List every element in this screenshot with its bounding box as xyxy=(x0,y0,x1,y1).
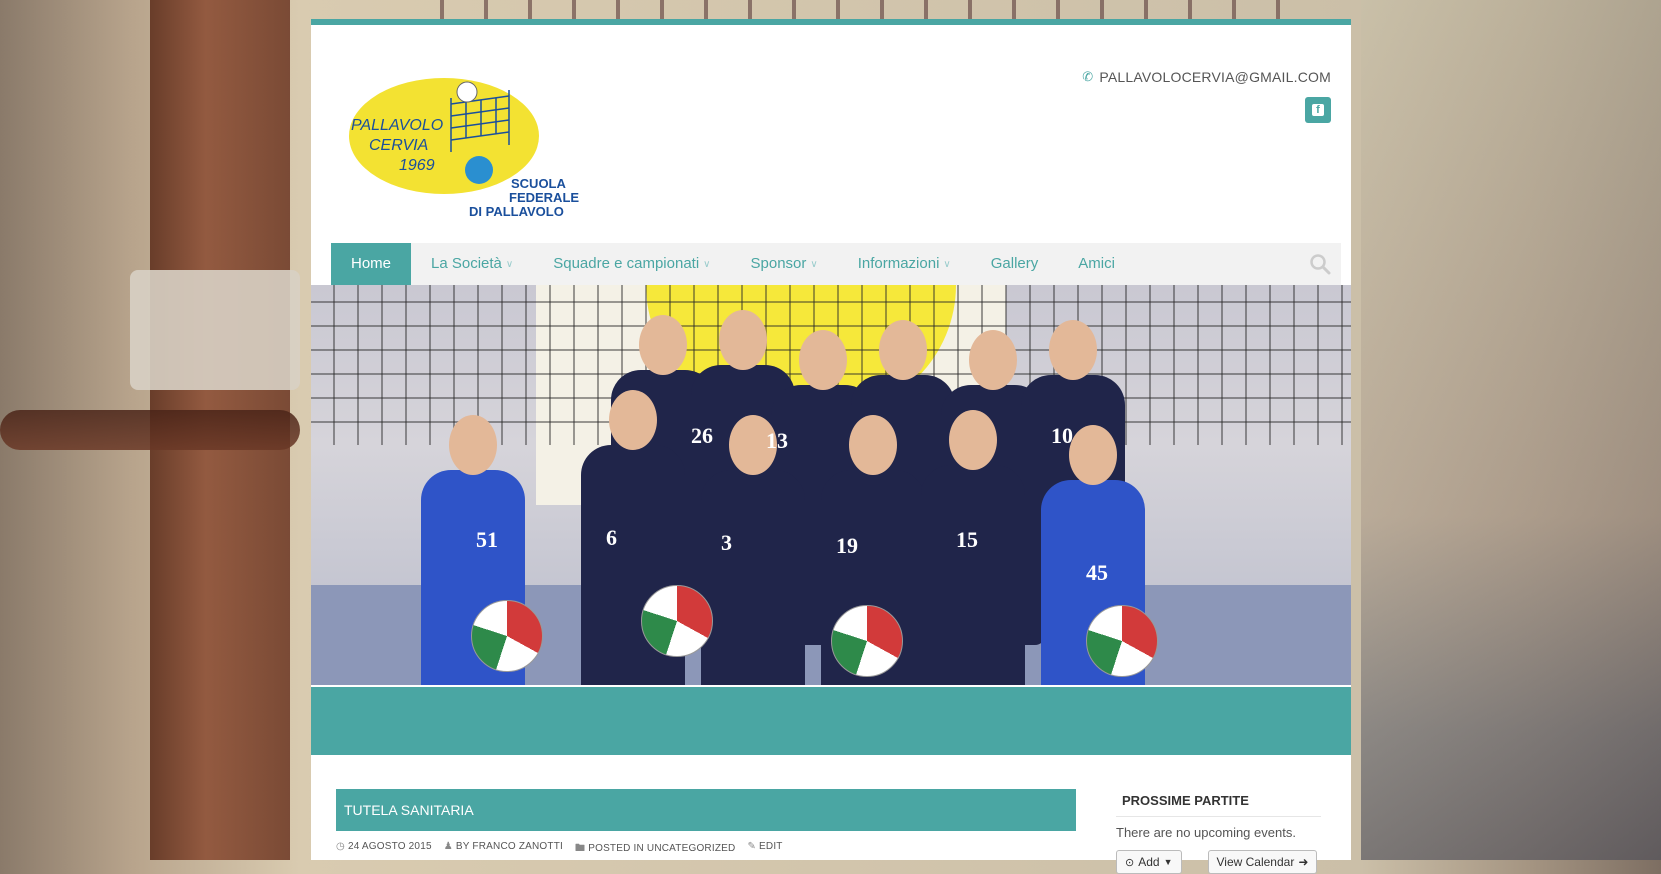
nav-item-label: Squadre e campionati xyxy=(553,255,700,272)
nav-item-label: Informazioni xyxy=(857,255,940,272)
post-category: 🖿 POSTED IN UNCATEGORIZED xyxy=(575,843,736,854)
jersey-number: 51 xyxy=(476,527,498,552)
page-container: PALLAVOLO CERVIA 1969 SCUOLA FEDERALE DI… xyxy=(311,19,1351,874)
logo-school-2: FEDERALE xyxy=(509,190,579,205)
nav-item-gallery[interactable]: Gallery xyxy=(971,243,1059,285)
folder-icon: 🖿 xyxy=(575,843,586,854)
rss-icon: ⊙ xyxy=(1125,856,1135,869)
search-icon[interactable] xyxy=(1309,253,1331,275)
jersey-number: 19 xyxy=(836,533,858,558)
volleyball xyxy=(471,600,543,672)
phone-icon: ✆ xyxy=(1082,69,1094,84)
background-pole-cap xyxy=(130,270,300,390)
player-head xyxy=(849,415,897,475)
nav-item-label: Sponsor xyxy=(750,255,807,272)
nav-item-home[interactable]: Home xyxy=(331,243,412,285)
nav-item-informazioni[interactable]: Informazioni ∨ xyxy=(838,243,971,285)
post-date[interactable]: ◷ 24 AGOSTO 2015 xyxy=(336,841,432,858)
facebook-icon: f xyxy=(1312,104,1324,116)
jersey-number: 13 xyxy=(766,428,788,453)
post-author[interactable]: ♟ BY FRANCO ZANOTTI xyxy=(444,841,563,858)
site-header: PALLAVOLO CERVIA 1969 SCUOLA FEDERALE DI… xyxy=(311,25,1351,243)
chevron-down-icon: ∨ xyxy=(810,259,818,270)
player-head xyxy=(949,410,997,470)
main-nav: Home La Società ∨ Squadre e campionati ∨ Spon… xyxy=(331,243,1341,285)
nav-item-label: Amici xyxy=(1078,255,1115,272)
player-head xyxy=(799,330,847,390)
teal-band xyxy=(311,687,1351,755)
jersey-number: 6 xyxy=(606,525,617,550)
hero-team-photo: 26 13 10 51 6 3 19 15 45 xyxy=(311,285,1351,685)
widget-title: PROSSIME PARTITE xyxy=(1116,789,1321,817)
jersey-number: 26 xyxy=(691,423,713,448)
volleyball xyxy=(831,605,903,677)
nav-item-amici[interactable]: Amici xyxy=(1058,243,1135,285)
player-head xyxy=(719,310,767,370)
sidebar: PROSSIME PARTITE There are no upcoming e… xyxy=(1116,789,1321,874)
chevron-down-icon: ∨ xyxy=(703,259,711,270)
background-bar xyxy=(0,410,300,450)
player-head xyxy=(449,415,497,475)
jersey-number: 45 xyxy=(1086,560,1108,585)
jersey-number: 10 xyxy=(1051,423,1073,448)
player-jersey xyxy=(701,470,805,685)
nav-item-squadre-e-campionati[interactable]: Squadre e campionati ∨ xyxy=(533,243,730,285)
no-events-text: There are no upcoming events. xyxy=(1116,825,1296,840)
jersey-number: 15 xyxy=(956,527,978,552)
arrow-right-icon: ➜ xyxy=(1298,855,1309,869)
view-calendar-button[interactable]: View Calendar ➜ xyxy=(1207,850,1318,874)
logo-text-2: CERVIA xyxy=(369,137,428,154)
background-right xyxy=(1361,0,1661,860)
player-head xyxy=(639,315,687,375)
chevron-down-icon: ∨ xyxy=(943,259,951,270)
logo-year: 1969 xyxy=(399,157,435,174)
calendar-buttons: ⊙ Add ▼ View Calendar ➜ xyxy=(1116,850,1321,874)
player-head xyxy=(1069,425,1117,485)
jersey-number: 3 xyxy=(721,530,732,555)
add-button[interactable]: ⊙ Add ▼ xyxy=(1116,850,1182,874)
contact-email[interactable]: ✆ PALLAVOLOCERVIA@GMAIL.COM xyxy=(1082,69,1331,85)
nav-item-label: Gallery xyxy=(990,255,1039,272)
main-content: TUTELA SANITARIA ◷ 24 AGOSTO 2015 ♟ BY FRA… xyxy=(336,789,1076,858)
volleyball xyxy=(1086,605,1158,677)
site-logo[interactable]: PALLAVOLO CERVIA 1969 SCUOLA FEDERALE DI… xyxy=(341,70,591,220)
player-head xyxy=(969,330,1017,390)
player-head xyxy=(879,320,927,380)
nav-item-sponsor[interactable]: Sponsor ∨ xyxy=(731,243,838,285)
pencil-icon: ✎ xyxy=(747,841,757,852)
user-icon: ♟ xyxy=(443,841,453,852)
player-head xyxy=(1049,320,1097,380)
volleyball xyxy=(641,585,713,657)
player-head xyxy=(609,390,657,450)
caret-down-icon: ▼ xyxy=(1163,857,1173,867)
nav-item-label: Home xyxy=(351,255,392,272)
logo-text-1: PALLAVOLO xyxy=(351,117,443,134)
post-title[interactable]: TUTELA SANITARIA xyxy=(336,789,1076,831)
category-link[interactable]: UNCATEGORIZED xyxy=(647,843,736,854)
chevron-down-icon: ∨ xyxy=(505,259,514,270)
post-meta: ◷ 24 AGOSTO 2015 ♟ BY FRANCO ZANOTTI 🖿 POST… xyxy=(336,841,1076,858)
nav-item-la-societ-[interactable]: La Società ∨ xyxy=(411,243,533,285)
email-text: PALLAVOLOCERVIA@GMAIL.COM xyxy=(1099,69,1331,85)
facebook-button[interactable]: f xyxy=(1305,97,1331,123)
post-edit-link[interactable]: ✎ EDIT xyxy=(747,841,782,858)
logo-school-1: SCUOLA xyxy=(511,176,567,191)
nav-item-label: La Società xyxy=(431,255,502,272)
clock-icon: ◷ xyxy=(336,841,345,852)
logo-school-3: DI PALLAVOLO xyxy=(469,204,564,219)
player-jersey xyxy=(921,465,1025,685)
